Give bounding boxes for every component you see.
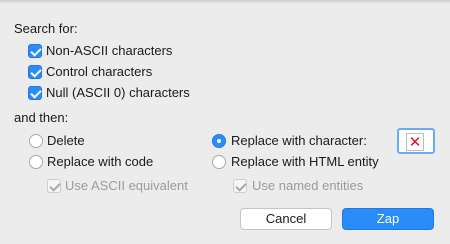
use-ascii-equivalent-label: Use ASCII equivalent <box>65 178 188 193</box>
control-chars-label[interactable]: Control characters <box>46 64 152 80</box>
zap-button[interactable]: Zap <box>342 208 434 230</box>
delete-radio[interactable] <box>29 134 43 148</box>
replace-with-code-label[interactable]: Replace with code <box>47 154 153 170</box>
replace-with-character-radio[interactable] <box>212 134 226 148</box>
replace-with-html-entity-label[interactable]: Replace with HTML entity <box>231 154 379 170</box>
delete-label[interactable]: Delete <box>47 133 85 149</box>
replace-with-code-radio[interactable] <box>29 155 43 169</box>
window-top-edge <box>0 0 450 4</box>
null-chars-checkbox[interactable] <box>28 86 42 100</box>
null-chars-label[interactable]: Null (ASCII 0) characters <box>46 85 190 101</box>
use-named-entities-label: Use named entities <box>252 178 364 193</box>
replacement-character-field[interactable]: ✕ <box>397 128 435 154</box>
replacement-char-x-icon: ✕ <box>406 133 424 151</box>
control-chars-checkbox[interactable] <box>28 65 42 79</box>
cancel-button[interactable]: Cancel <box>240 208 332 230</box>
non-ascii-checkbox[interactable] <box>28 44 42 58</box>
replace-with-html-entity-radio[interactable] <box>212 155 226 169</box>
search-for-heading: Search for: <box>14 21 78 36</box>
non-ascii-label[interactable]: Non-ASCII characters <box>46 43 172 59</box>
use-named-entities-checkbox[interactable] <box>233 179 247 193</box>
replace-with-character-label[interactable]: Replace with character: <box>231 133 367 149</box>
and-then-heading: and then: <box>14 110 69 125</box>
use-ascii-equivalent-checkbox[interactable] <box>47 179 61 193</box>
